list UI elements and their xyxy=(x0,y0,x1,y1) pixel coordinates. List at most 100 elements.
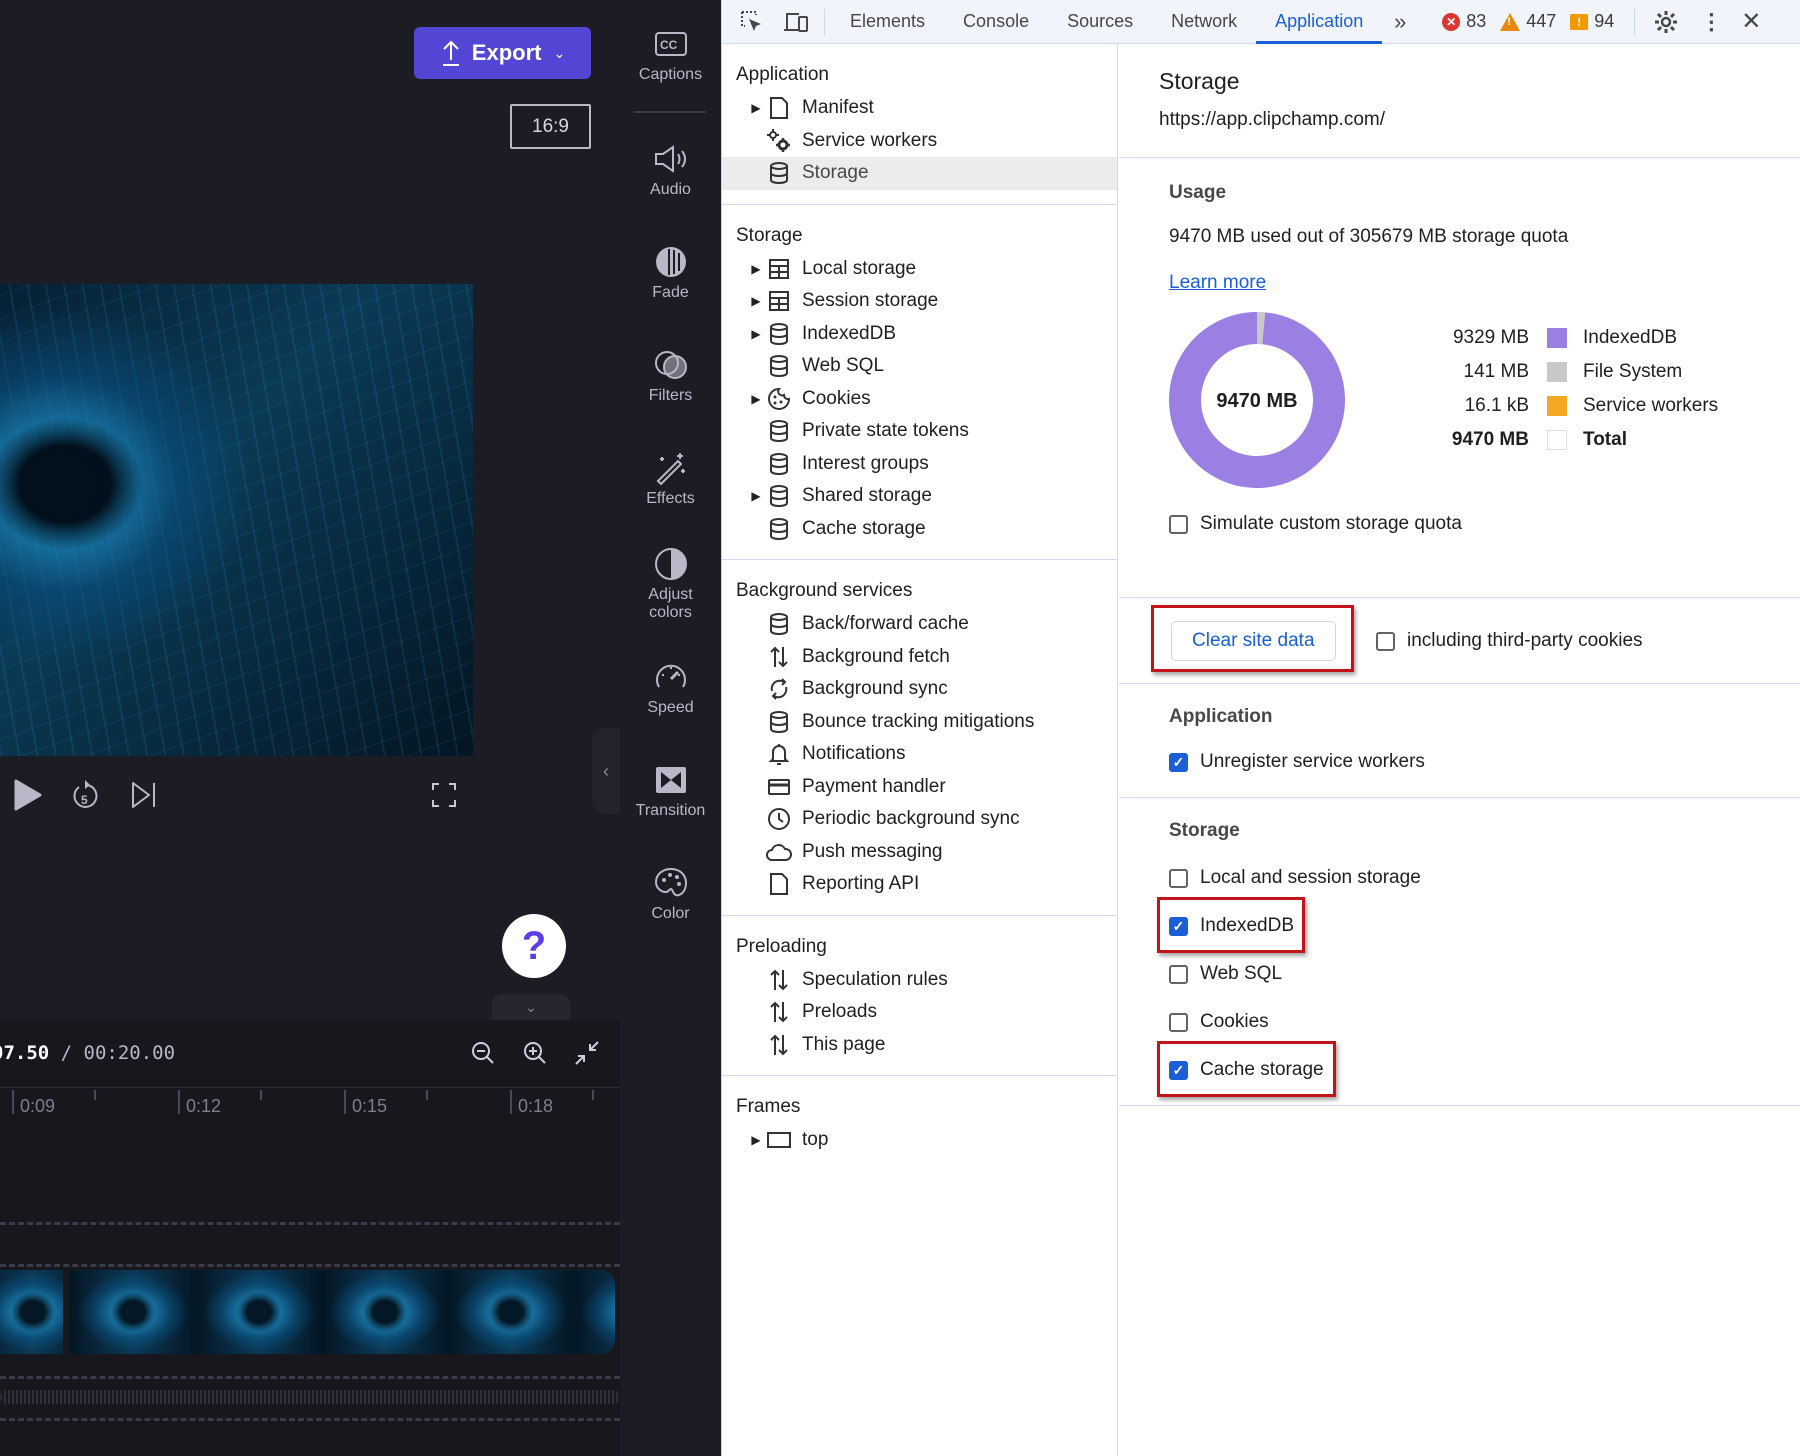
sidebar-item-background-fetch[interactable]: Background fetch xyxy=(722,641,1117,674)
sidebar-item-back-forward-cache[interactable]: Back/forward cache xyxy=(722,608,1117,641)
sidebar-item-session-storage[interactable]: ▶ Session storage xyxy=(722,285,1117,318)
web-sql-checkbox[interactable]: Web SQL xyxy=(1169,960,1282,988)
rail-item-speed[interactable]: Speed xyxy=(620,659,721,717)
fullscreen-button[interactable] xyxy=(428,775,460,815)
tab-console[interactable]: Console xyxy=(944,0,1048,44)
document-icon xyxy=(766,95,792,121)
expand-arrow-icon[interactable]: ▶ xyxy=(750,1133,762,1147)
warnings-badge[interactable]: 447 xyxy=(1500,11,1556,32)
checkbox[interactable] xyxy=(1169,868,1188,888)
unregister-sw-checkbox[interactable]: ✓ Unregister service workers xyxy=(1169,748,1425,776)
expand-arrow-icon[interactable]: ▶ xyxy=(750,489,762,503)
third-party-cookies-checkbox[interactable]: including third-party cookies xyxy=(1376,627,1643,655)
audio-waveform[interactable] xyxy=(0,1390,620,1404)
sidebar-item-reporting-api[interactable]: Reporting API xyxy=(722,868,1117,901)
sidebar-item-top[interactable]: ▶ top xyxy=(722,1124,1117,1157)
tab-network[interactable]: Network xyxy=(1152,0,1256,44)
help-button[interactable]: ? xyxy=(502,914,566,978)
simulate-quota-checkbox[interactable]: Simulate custom storage quota xyxy=(1169,510,1462,538)
magic-wand-icon xyxy=(656,453,685,485)
cache-storage-checkbox[interactable]: ✓ Cache storage xyxy=(1169,1056,1324,1084)
zoom-out-button[interactable] xyxy=(468,1038,498,1068)
expand-arrow-icon[interactable]: ▶ xyxy=(750,392,762,406)
sidebar-item-shared-storage[interactable]: ▶ Shared storage xyxy=(722,480,1117,513)
play-button[interactable] xyxy=(10,775,46,815)
toggle-timeline-button[interactable]: ⌄ xyxy=(492,994,570,1020)
rail-item-effects[interactable]: Effects xyxy=(620,450,721,508)
issues-badge[interactable]: ! 94 xyxy=(1570,11,1614,32)
inspect-element-button[interactable] xyxy=(730,0,774,44)
tab-sources[interactable]: Sources xyxy=(1048,0,1152,44)
tab-elements[interactable]: Elements xyxy=(831,0,944,44)
zoom-in-button[interactable] xyxy=(520,1038,550,1068)
video-preview[interactable] xyxy=(0,284,473,756)
checkbox[interactable] xyxy=(1169,1012,1188,1032)
sidebar-item-periodic-background-sync[interactable]: Periodic background sync xyxy=(722,803,1117,836)
sidebar-item-cookies[interactable]: ▶ Cookies xyxy=(722,383,1117,416)
timeline-ruler[interactable]: 0:09 0:12 0:15 0:18 xyxy=(0,1088,620,1128)
checkbox[interactable] xyxy=(1376,631,1395,651)
sidebar-item-indexeddb[interactable]: ▶ IndexedDB xyxy=(722,318,1117,351)
checkbox[interactable]: ✓ xyxy=(1169,1060,1188,1080)
checkbox[interactable] xyxy=(1169,964,1188,984)
rail-item-adjust-colors[interactable]: Adjust colors xyxy=(620,546,721,622)
sidebar-item-cache-storage[interactable]: Cache storage xyxy=(722,513,1117,546)
video-clip[interactable] xyxy=(70,1270,615,1354)
origin-url: https://app.clipchamp.com/ xyxy=(1159,109,1385,130)
sidebar-item-payment-handler[interactable]: Payment handler xyxy=(722,771,1117,804)
rail-item-filters[interactable]: Filters xyxy=(620,347,721,405)
skip-to-end-button[interactable] xyxy=(128,775,160,815)
tab-application[interactable]: Application xyxy=(1256,0,1383,44)
close-devtools-button[interactable]: ✕ xyxy=(1731,0,1771,44)
rail-item-captions[interactable]: CC Captions xyxy=(620,26,721,84)
fit-timeline-button[interactable] xyxy=(572,1038,602,1068)
sidebar-item-service-workers[interactable]: Service workers xyxy=(722,125,1117,158)
expand-arrow-icon[interactable]: ▶ xyxy=(750,262,762,276)
sidebar-item-notifications[interactable]: Notifications xyxy=(722,738,1117,771)
learn-more-link[interactable]: Learn more xyxy=(1169,272,1266,294)
rail-item-transition[interactable]: Transition xyxy=(620,762,721,820)
rail-item-audio[interactable]: Audio xyxy=(620,141,721,199)
sidebar-item-background-sync[interactable]: Background sync xyxy=(722,673,1117,706)
checkbox[interactable]: ✓ xyxy=(1169,916,1188,936)
clear-site-data-button[interactable]: Clear site data xyxy=(1171,621,1336,661)
more-tabs-button[interactable]: » xyxy=(1382,0,1418,44)
rail-item-color[interactable]: Color xyxy=(620,865,721,923)
tools-rail: CC Captions Audio Fade Filters Effects A… xyxy=(620,0,721,1456)
expand-arrow-icon[interactable]: ▶ xyxy=(750,294,762,308)
sidebar-section-title: Frames xyxy=(736,1096,801,1117)
export-button[interactable]: Export ⌄ xyxy=(414,27,591,79)
sidebar-item-speculation-rules[interactable]: Speculation rules xyxy=(722,964,1117,997)
collapse-panel-button[interactable]: ‹ xyxy=(592,728,620,814)
checkbox-label: Cookies xyxy=(1200,1011,1269,1032)
sidebar-item-private-state-tokens[interactable]: Private state tokens xyxy=(722,415,1117,448)
local-session-storage-checkbox[interactable]: Local and session storage xyxy=(1169,864,1421,892)
replay-5-button[interactable]: 5 xyxy=(68,775,104,815)
sidebar-item-local-storage[interactable]: ▶ Local storage xyxy=(722,253,1117,286)
rail-item-fade[interactable]: Fade xyxy=(620,244,721,302)
aspect-ratio-button[interactable]: 16:9 xyxy=(510,104,591,149)
sidebar-item-web-sql[interactable]: Web SQL xyxy=(722,350,1117,383)
device-toolbar-button[interactable] xyxy=(774,0,818,44)
rail-divider xyxy=(634,111,706,113)
video-clip[interactable] xyxy=(0,1270,63,1354)
expand-arrow-icon[interactable]: ▶ xyxy=(750,101,762,115)
checkbox[interactable]: ✓ xyxy=(1169,752,1188,772)
checkbox[interactable] xyxy=(1169,514,1188,534)
sidebar-item-bounce-tracking-mitigations[interactable]: Bounce tracking mitigations xyxy=(722,706,1117,739)
close-icon: ✕ xyxy=(1741,8,1762,35)
sidebar-item-push-messaging[interactable]: Push messaging xyxy=(722,836,1117,869)
more-options-button[interactable]: ⋮ xyxy=(1691,0,1731,44)
cookies-checkbox[interactable]: Cookies xyxy=(1169,1008,1269,1036)
sidebar-item-this-page[interactable]: This page xyxy=(722,1029,1117,1062)
indexeddb-checkbox[interactable]: ✓ IndexedDB xyxy=(1169,912,1294,940)
sidebar-item-storage[interactable]: Storage xyxy=(722,157,1117,190)
errors-badge[interactable]: ✕ 83 xyxy=(1442,11,1486,32)
settings-button[interactable] xyxy=(1641,0,1691,44)
expand-arrow-icon[interactable]: ▶ xyxy=(750,327,762,341)
devtools-toolbar: Elements Console Sources Network Applica… xyxy=(722,0,1800,44)
sidebar-item-preloads[interactable]: Preloads xyxy=(722,996,1117,1029)
sidebar-item-manifest[interactable]: ▶ Manifest xyxy=(722,92,1117,125)
sidebar-item-interest-groups[interactable]: Interest groups xyxy=(722,448,1117,481)
speedometer-icon xyxy=(655,664,686,688)
